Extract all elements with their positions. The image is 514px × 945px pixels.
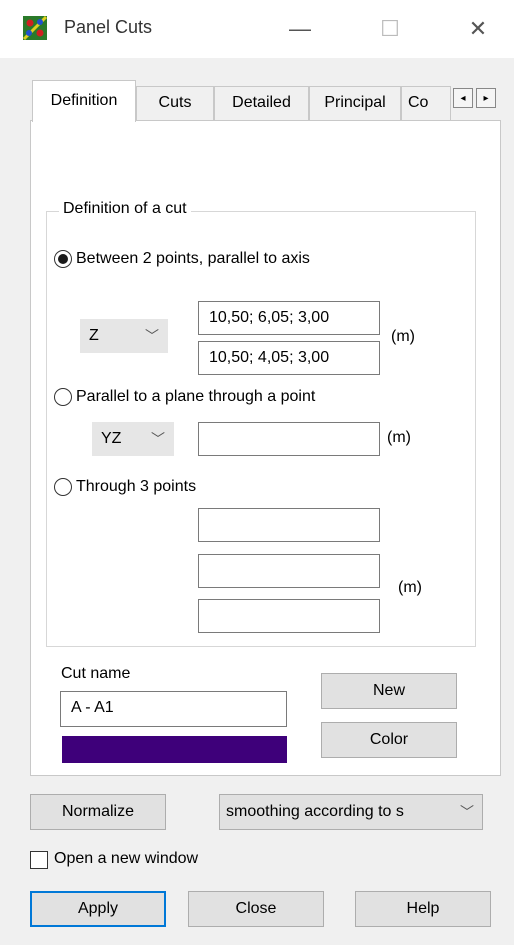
definition-groupbox: Definition of a cut Between 2 points, pa… bbox=[46, 200, 476, 647]
normalize-button[interactable]: Normalize bbox=[30, 794, 166, 830]
radio-button[interactable] bbox=[54, 388, 72, 406]
three-point3-input[interactable] bbox=[198, 599, 380, 633]
three-point1-input[interactable] bbox=[198, 508, 380, 542]
plane-point-input[interactable] bbox=[198, 422, 380, 456]
radio-label-between-two-points: Between 2 points, parallel to axis bbox=[76, 250, 310, 267]
radio-button-selected[interactable] bbox=[54, 250, 72, 268]
chevron-down-icon: ﹀ bbox=[460, 804, 474, 820]
help-button[interactable]: Help bbox=[355, 891, 491, 927]
window-title: Panel Cuts bbox=[64, 17, 153, 37]
axis-select-value: Z bbox=[89, 327, 99, 344]
plane-select-value: YZ bbox=[101, 430, 122, 447]
chevron-down-icon: ﹀ bbox=[151, 431, 165, 447]
tab-principal[interactable]: Principal bbox=[309, 86, 401, 120]
unit-label-option1: (m) bbox=[391, 328, 415, 345]
cut-name-input[interactable]: A - A1 bbox=[60, 691, 287, 727]
three-point2-input[interactable] bbox=[198, 554, 380, 588]
smoothing-select[interactable]: smoothing according to s ﹀ bbox=[219, 794, 483, 830]
maximize-button[interactable]: ☐ bbox=[360, 8, 420, 50]
open-new-window-checkbox[interactable] bbox=[30, 851, 48, 869]
close-button[interactable]: Close bbox=[188, 891, 324, 927]
tab-cuts[interactable]: Cuts bbox=[136, 86, 214, 120]
tab-scroll-right-icon[interactable]: ▸ bbox=[476, 88, 496, 108]
app-icon bbox=[22, 15, 48, 41]
tab-detailed[interactable]: Detailed bbox=[214, 86, 309, 120]
radio-between-two-points[interactable]: Between 2 points, parallel to axis bbox=[54, 250, 310, 268]
radio-parallel-to-plane[interactable]: Parallel to a plane through a point bbox=[54, 388, 315, 406]
point2-input[interactable]: 10,50; 4,05; 3,00 bbox=[198, 341, 380, 375]
unit-label-option3: (m) bbox=[398, 579, 422, 596]
radio-label-parallel-to-plane: Parallel to a plane through a point bbox=[76, 388, 316, 405]
new-button[interactable]: New bbox=[321, 673, 457, 709]
tab-scroll-left-icon[interactable]: ◂ bbox=[453, 88, 473, 108]
radio-through-three-points[interactable]: Through 3 points bbox=[54, 478, 196, 496]
axis-select[interactable]: Z ﹀ bbox=[80, 319, 168, 353]
open-new-window-label: Open a new window bbox=[54, 850, 199, 867]
close-window-button[interactable]: ✕ bbox=[448, 8, 508, 50]
radio-button[interactable] bbox=[54, 478, 72, 496]
cut-name-label: Cut name bbox=[61, 665, 131, 682]
definition-panel: Definition of a cut Between 2 points, pa… bbox=[30, 120, 501, 776]
color-button[interactable]: Color bbox=[321, 722, 457, 758]
title-bar: Panel Cuts — ☐ ✕ bbox=[0, 0, 514, 58]
tab-control: Definition Cuts Detailed Principal Co ◂ … bbox=[30, 78, 501, 776]
smoothing-select-value: smoothing according to s bbox=[226, 803, 404, 820]
tab-definition[interactable]: Definition bbox=[32, 80, 136, 122]
radio-label-through-three-points: Through 3 points bbox=[76, 478, 197, 495]
cut-color-swatch bbox=[62, 736, 287, 763]
minimize-button[interactable]: — bbox=[270, 8, 330, 50]
groupbox-title: Definition of a cut bbox=[59, 200, 191, 218]
unit-label-option2: (m) bbox=[387, 429, 411, 446]
apply-button[interactable]: Apply bbox=[30, 891, 166, 927]
plane-select[interactable]: YZ ﹀ bbox=[92, 422, 174, 456]
tab-co[interactable]: Co bbox=[401, 86, 451, 120]
tab-strip: Definition Cuts Detailed Principal Co ◂ … bbox=[30, 78, 501, 122]
chevron-down-icon: ﹀ bbox=[145, 328, 159, 344]
point1-input[interactable]: 10,50; 6,05; 3,00 bbox=[198, 301, 380, 335]
